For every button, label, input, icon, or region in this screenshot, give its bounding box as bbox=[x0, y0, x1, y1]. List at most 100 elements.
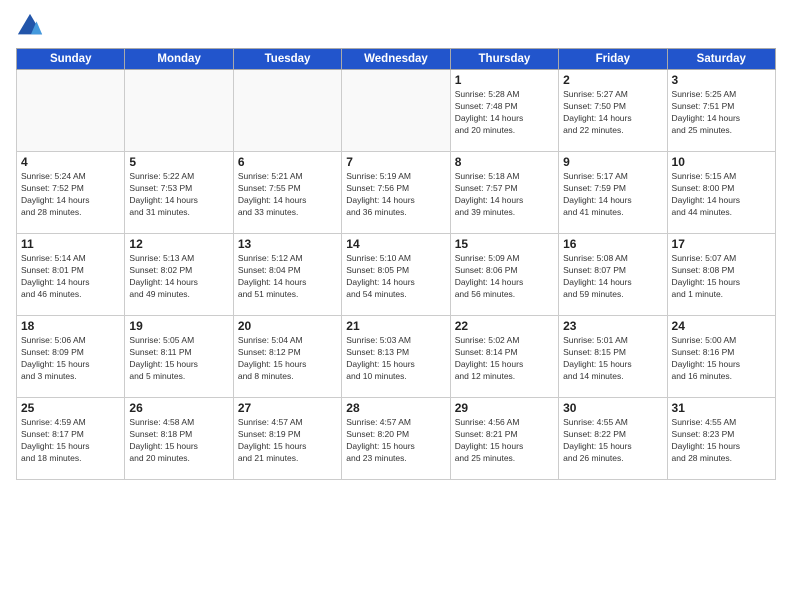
calendar-cell: 19 Sunrise: 5:05 AM Sunset: 8:11 PM Dayli… bbox=[125, 316, 233, 398]
day-info: Sunrise: 5:19 AM Sunset: 7:56 PM Dayligh… bbox=[346, 171, 445, 219]
day-info: Sunrise: 5:06 AM Sunset: 8:09 PM Dayligh… bbox=[21, 335, 120, 383]
calendar-cell: 6 Sunrise: 5:21 AM Sunset: 7:55 PM Daylig… bbox=[233, 152, 341, 234]
day-number: 13 bbox=[238, 237, 337, 251]
day-header-saturday: Saturday bbox=[667, 49, 775, 70]
week-row-3: 11Sunrise: 5:14 AM Sunset: 8:01 PM Dayli… bbox=[17, 234, 776, 316]
week-row-1: 1Sunrise: 5:28 AM Sunset: 7:48 PM Daylig… bbox=[17, 70, 776, 152]
week-row-5: 25 Sunrise: 4:59 AM Sunset: 8:17 PM Dayli… bbox=[17, 398, 776, 480]
calendar-cell: 21 Sunrise: 5:03 AM Sunset: 8:13 PM Dayli… bbox=[342, 316, 450, 398]
calendar-cell: 28 Sunrise: 4:57 AM Sunset: 8:20 PM Dayli… bbox=[342, 398, 450, 480]
calendar-cell: 20 Sunrise: 5:04 AM Sunset: 8:12 PM Dayli… bbox=[233, 316, 341, 398]
day-number: 24 bbox=[672, 319, 771, 333]
day-number: 25 bbox=[21, 401, 120, 415]
day-header-tuesday: Tuesday bbox=[233, 49, 341, 70]
day-number: 1 bbox=[455, 73, 554, 87]
day-number: 2 bbox=[563, 73, 662, 87]
calendar-cell: 11Sunrise: 5:14 AM Sunset: 8:01 PM Dayli… bbox=[17, 234, 125, 316]
day-info: Sunrise: 5:22 AM Sunset: 7:53 PM Dayligh… bbox=[129, 171, 228, 219]
day-number: 18 bbox=[21, 319, 120, 333]
day-number: 7 bbox=[346, 155, 445, 169]
day-number: 6 bbox=[238, 155, 337, 169]
day-info: Sunrise: 5:05 AM Sunset: 8:11 PM Dayligh… bbox=[129, 335, 228, 383]
day-number: 26 bbox=[129, 401, 228, 415]
calendar-cell: 24 Sunrise: 5:00 AM Sunset: 8:16 PM Dayli… bbox=[667, 316, 775, 398]
day-info: Sunrise: 4:55 AM Sunset: 8:22 PM Dayligh… bbox=[563, 417, 662, 465]
calendar-cell: 18 Sunrise: 5:06 AM Sunset: 8:09 PM Dayli… bbox=[17, 316, 125, 398]
day-info: Sunrise: 4:59 AM Sunset: 8:17 PM Dayligh… bbox=[21, 417, 120, 465]
day-number: 4 bbox=[21, 155, 120, 169]
day-number: 29 bbox=[455, 401, 554, 415]
day-number: 8 bbox=[455, 155, 554, 169]
calendar-cell: 17 Sunrise: 5:07 AM Sunset: 8:08 PM Dayli… bbox=[667, 234, 775, 316]
day-info: Sunrise: 4:57 AM Sunset: 8:19 PM Dayligh… bbox=[238, 417, 337, 465]
day-number: 30 bbox=[563, 401, 662, 415]
day-info: Sunrise: 5:04 AM Sunset: 8:12 PM Dayligh… bbox=[238, 335, 337, 383]
week-row-4: 18 Sunrise: 5:06 AM Sunset: 8:09 PM Dayli… bbox=[17, 316, 776, 398]
calendar-cell: 27 Sunrise: 4:57 AM Sunset: 8:19 PM Dayli… bbox=[233, 398, 341, 480]
logo-icon bbox=[16, 12, 44, 40]
day-number: 14 bbox=[346, 237, 445, 251]
calendar-cell: 25 Sunrise: 4:59 AM Sunset: 8:17 PM Dayli… bbox=[17, 398, 125, 480]
day-number: 27 bbox=[238, 401, 337, 415]
calendar-cell: 30 Sunrise: 4:55 AM Sunset: 8:22 PM Dayli… bbox=[559, 398, 667, 480]
day-number: 3 bbox=[672, 73, 771, 87]
day-number: 20 bbox=[238, 319, 337, 333]
day-info: Sunrise: 5:00 AM Sunset: 8:16 PM Dayligh… bbox=[672, 335, 771, 383]
day-info: Sunrise: 5:25 AM Sunset: 7:51 PM Dayligh… bbox=[672, 89, 771, 137]
logo bbox=[16, 12, 48, 40]
page: SundayMondayTuesdayWednesdayThursdayFrid… bbox=[0, 0, 792, 612]
calendar-cell: 3 Sunrise: 5:25 AM Sunset: 7:51 PM Daylig… bbox=[667, 70, 775, 152]
day-info: Sunrise: 5:12 AM Sunset: 8:04 PM Dayligh… bbox=[238, 253, 337, 301]
calendar-cell bbox=[233, 70, 341, 152]
day-header-wednesday: Wednesday bbox=[342, 49, 450, 70]
calendar-cell: 2Sunrise: 5:27 AM Sunset: 7:50 PM Daylig… bbox=[559, 70, 667, 152]
calendar-cell: 9 Sunrise: 5:17 AM Sunset: 7:59 PM Daylig… bbox=[559, 152, 667, 234]
day-info: Sunrise: 4:55 AM Sunset: 8:23 PM Dayligh… bbox=[672, 417, 771, 465]
day-header-friday: Friday bbox=[559, 49, 667, 70]
day-info: Sunrise: 5:15 AM Sunset: 8:00 PM Dayligh… bbox=[672, 171, 771, 219]
day-info: Sunrise: 5:02 AM Sunset: 8:14 PM Dayligh… bbox=[455, 335, 554, 383]
calendar-cell: 23Sunrise: 5:01 AM Sunset: 8:15 PM Dayli… bbox=[559, 316, 667, 398]
day-number: 23 bbox=[563, 319, 662, 333]
calendar-cell: 26Sunrise: 4:58 AM Sunset: 8:18 PM Dayli… bbox=[125, 398, 233, 480]
calendar-cell: 31 Sunrise: 4:55 AM Sunset: 8:23 PM Dayli… bbox=[667, 398, 775, 480]
calendar-cell: 7 Sunrise: 5:19 AM Sunset: 7:56 PM Daylig… bbox=[342, 152, 450, 234]
calendar-cell bbox=[342, 70, 450, 152]
calendar-cell: 16Sunrise: 5:08 AM Sunset: 8:07 PM Dayli… bbox=[559, 234, 667, 316]
calendar-cell: 15 Sunrise: 5:09 AM Sunset: 8:06 PM Dayli… bbox=[450, 234, 558, 316]
day-number: 12 bbox=[129, 237, 228, 251]
day-info: Sunrise: 5:14 AM Sunset: 8:01 PM Dayligh… bbox=[21, 253, 120, 301]
day-header-sunday: Sunday bbox=[17, 49, 125, 70]
day-info: Sunrise: 4:56 AM Sunset: 8:21 PM Dayligh… bbox=[455, 417, 554, 465]
calendar-cell: 5Sunrise: 5:22 AM Sunset: 7:53 PM Daylig… bbox=[125, 152, 233, 234]
day-info: Sunrise: 5:17 AM Sunset: 7:59 PM Dayligh… bbox=[563, 171, 662, 219]
day-number: 19 bbox=[129, 319, 228, 333]
day-info: Sunrise: 5:24 AM Sunset: 7:52 PM Dayligh… bbox=[21, 171, 120, 219]
calendar-cell: 4 Sunrise: 5:24 AM Sunset: 7:52 PM Daylig… bbox=[17, 152, 125, 234]
week-row-2: 4 Sunrise: 5:24 AM Sunset: 7:52 PM Daylig… bbox=[17, 152, 776, 234]
calendar-cell bbox=[17, 70, 125, 152]
calendar-header-row: SundayMondayTuesdayWednesdayThursdayFrid… bbox=[17, 49, 776, 70]
day-number: 28 bbox=[346, 401, 445, 415]
day-number: 31 bbox=[672, 401, 771, 415]
day-info: Sunrise: 5:18 AM Sunset: 7:57 PM Dayligh… bbox=[455, 171, 554, 219]
calendar-cell: 8 Sunrise: 5:18 AM Sunset: 7:57 PM Daylig… bbox=[450, 152, 558, 234]
day-info: Sunrise: 4:57 AM Sunset: 8:20 PM Dayligh… bbox=[346, 417, 445, 465]
calendar-cell: 29 Sunrise: 4:56 AM Sunset: 8:21 PM Dayli… bbox=[450, 398, 558, 480]
calendar-cell: 10 Sunrise: 5:15 AM Sunset: 8:00 PM Dayli… bbox=[667, 152, 775, 234]
day-number: 22 bbox=[455, 319, 554, 333]
day-number: 16 bbox=[563, 237, 662, 251]
calendar-cell: 14Sunrise: 5:10 AM Sunset: 8:05 PM Dayli… bbox=[342, 234, 450, 316]
day-number: 10 bbox=[672, 155, 771, 169]
day-number: 17 bbox=[672, 237, 771, 251]
day-info: Sunrise: 5:21 AM Sunset: 7:55 PM Dayligh… bbox=[238, 171, 337, 219]
day-info: Sunrise: 5:03 AM Sunset: 8:13 PM Dayligh… bbox=[346, 335, 445, 383]
calendar-table: SundayMondayTuesdayWednesdayThursdayFrid… bbox=[16, 48, 776, 480]
day-number: 15 bbox=[455, 237, 554, 251]
day-number: 9 bbox=[563, 155, 662, 169]
header bbox=[16, 12, 776, 40]
day-info: Sunrise: 5:07 AM Sunset: 8:08 PM Dayligh… bbox=[672, 253, 771, 301]
calendar-cell: 22 Sunrise: 5:02 AM Sunset: 8:14 PM Dayli… bbox=[450, 316, 558, 398]
day-number: 21 bbox=[346, 319, 445, 333]
day-info: Sunrise: 5:09 AM Sunset: 8:06 PM Dayligh… bbox=[455, 253, 554, 301]
